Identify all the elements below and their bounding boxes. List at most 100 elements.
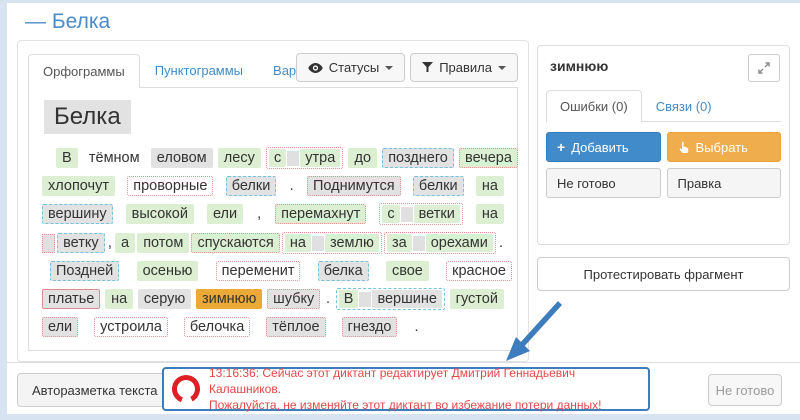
word-chip[interactable]: белочка (184, 317, 250, 337)
word-chip[interactable]: тёплое (266, 317, 325, 337)
filter-icon (422, 62, 433, 73)
word-chip[interactable]: на (476, 204, 504, 224)
text-line: Поздней осенью переменит белка свое красное (42, 261, 512, 281)
document-heading[interactable]: Белка (44, 100, 131, 134)
marked-text: Втёмномеловомлесусутрадопозднеговечерахл… (42, 147, 504, 337)
word-chip[interactable]: высокой (126, 204, 194, 224)
word-chip[interactable]: шубку (267, 289, 320, 309)
tab-punktogrammy[interactable]: Пунктограммы (140, 53, 258, 87)
word-chip[interactable]: Поднимутся (307, 176, 401, 196)
phrase-group[interactable]: наземлю (282, 232, 382, 254)
word-chip[interactable]: до (348, 148, 377, 168)
word-chip[interactable]: белка (318, 261, 369, 281)
word-chip[interactable]: тёмном (83, 148, 146, 168)
wrapped-fragment-marker[interactable] (42, 234, 55, 253)
space-marker[interactable] (359, 292, 371, 307)
word-chip[interactable]: спускаются (191, 233, 279, 253)
eye-icon (308, 63, 323, 73)
not-ready-button[interactable]: Не готово (546, 168, 661, 198)
phrase-group[interactable]: светки (379, 203, 462, 225)
punctuation: . (289, 178, 295, 194)
choose-button-label: Выбрать (696, 140, 748, 155)
word-chip[interactable]: красное (446, 261, 512, 281)
word-chip[interactable]: еловом (151, 148, 213, 168)
rules-button[interactable]: Правила (410, 53, 518, 82)
punctuation: , (107, 235, 113, 251)
word-chip-selected[interactable]: зимнюю (196, 289, 262, 309)
word-chip[interactable]: В (56, 148, 78, 168)
phrase-group[interactable]: за орехами (384, 232, 496, 254)
choose-button[interactable]: Выбрать (667, 132, 782, 162)
word-chip[interactable]: землю (325, 234, 379, 252)
word-chip[interactable]: лесу (218, 148, 261, 168)
space-marker[interactable] (401, 207, 413, 222)
word-chip[interactable]: перемахнут (275, 204, 366, 224)
word-chip[interactable]: осенью (137, 261, 199, 281)
word-chip[interactable]: потом (137, 233, 189, 253)
phrase-group[interactable]: Ввершине (336, 288, 445, 310)
word-chip[interactable]: ветки (414, 205, 460, 223)
punctuation: , (256, 206, 262, 222)
tab-links[interactable]: Связи (0) (642, 90, 726, 122)
expand-icon (758, 62, 770, 74)
word-chip[interactable]: за (387, 234, 412, 252)
word-chip[interactable]: платье (42, 289, 100, 309)
space-marker[interactable] (312, 236, 324, 251)
plus-icon: + (557, 140, 565, 154)
word-chip[interactable]: В (339, 290, 359, 308)
statuses-button[interactable]: Статусы (296, 53, 405, 82)
word-chip[interactable]: Поздней (50, 261, 119, 281)
test-fragment-button[interactable]: Протестировать фрагмент (537, 257, 790, 291)
word-chip[interactable]: утра (300, 149, 340, 167)
word-chip[interactable]: свое (386, 261, 429, 281)
add-button-label: Добавить (571, 140, 628, 155)
tab-orfogrammy[interactable]: Орфограммы (28, 54, 140, 88)
word-chip[interactable]: на (105, 289, 133, 309)
edit-lock-text: 13:16:36: Сейчас этот диктант редактируе… (209, 365, 648, 413)
space-marker[interactable] (287, 151, 299, 166)
word-chip[interactable]: а (115, 233, 135, 253)
automarkup-label: Авторазметка текста (32, 383, 158, 398)
word-chip[interactable]: густой (450, 289, 504, 309)
space-marker[interactable] (413, 236, 425, 251)
word-chip[interactable]: на (476, 176, 504, 196)
word-chip[interactable]: с (382, 205, 399, 223)
word-chip[interactable]: гнездо (342, 317, 398, 337)
word-chip[interactable]: вечера (459, 148, 518, 168)
add-button[interactable]: + Добавить (546, 132, 661, 162)
not-ready-button-label: Не готово (557, 176, 616, 191)
hand-pointer-icon (678, 141, 690, 154)
inspector-tabs: Ошибки (0) Связи (0) (546, 88, 781, 122)
word-chip[interactable]: переменит (216, 261, 301, 281)
chevron-down-icon (498, 66, 506, 70)
phrase-group[interactable]: сутра (266, 147, 343, 169)
footer-bar: Авторазметка текста 13:16:36: Сейчас это… (7, 362, 800, 414)
edit-lock-line1: 13:16:36: Сейчас этот диктант редактируе… (209, 365, 648, 397)
edit-lock-line2: Пожалуйста, не изменяйте этот диктант во… (209, 397, 648, 413)
word-chip[interactable]: ели (42, 317, 78, 337)
footer-not-ready-button[interactable]: Не готово (708, 374, 782, 406)
chevron-down-icon (385, 66, 393, 70)
text-line: вершинувысокойели,перемахнутсветкина (42, 203, 504, 225)
word-chip[interactable]: орехами (426, 234, 493, 252)
tab-errors[interactable]: Ошибки (0) (546, 90, 642, 122)
edit-lock-message: 13:16:36: Сейчас этот диктант редактируе… (162, 367, 650, 411)
word-chip[interactable]: вершине (372, 290, 441, 308)
word-chip[interactable]: серую (138, 289, 191, 309)
word-chip[interactable]: вершину (42, 204, 113, 224)
word-chip[interactable]: устроила (94, 317, 168, 337)
text-content-area: Белка Втёмномеловомлесусутрадопозднегове… (28, 87, 518, 351)
word-chip[interactable]: хлопочут (42, 176, 115, 196)
word-chip[interactable]: позднего (382, 148, 454, 168)
word-chip[interactable]: белки (413, 176, 464, 196)
word-chip[interactable]: ветку (57, 233, 105, 253)
word-chip[interactable]: белки (226, 176, 277, 196)
word-chip[interactable]: с (269, 149, 286, 167)
word-chip[interactable]: проворные (127, 176, 213, 196)
expand-button[interactable] (748, 54, 780, 82)
page-title: — Белка (25, 10, 110, 34)
text-line: елиустроилабелочкатёплоегнездо. (42, 317, 504, 337)
word-chip[interactable]: на (285, 234, 311, 252)
word-chip[interactable]: ели (207, 204, 243, 224)
edit-button[interactable]: Правка (667, 168, 782, 198)
